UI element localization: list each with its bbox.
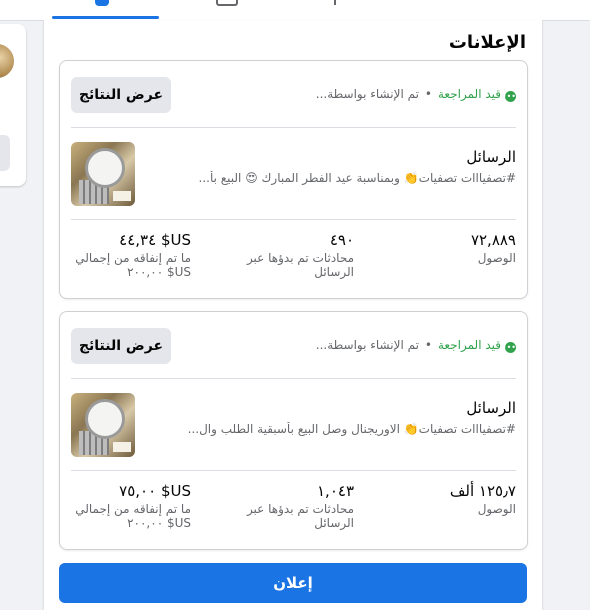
ad-item: •••قيد المراجعة • تم الإنشاء بواسطة... عرض… [59,60,528,299]
promote-button[interactable]: إعلان [59,563,527,603]
metric-spent: US$ ٧٥,٠٠ ما تم إنفاقه من إجمالي US$ ٢٠٠… [71,482,191,530]
spent-label: ما تم إنفاقه من إجمالي US$ ٢٠٠,٠٠ [75,502,191,530]
ad-description: #تصفيااات تصفيات👏 الاوريجنال وصل البيع ب… [187,422,516,436]
metric-spent: US$ ٤٤,٣٤ ما تم إنفاقه من إجمالي US$ ٢٠٠… [71,231,191,279]
view-results-button[interactable]: عرض النتائج [71,328,171,364]
ad-name: الرسائل [466,399,516,417]
ad-metrics: ١٢٥٫٧ ألف الوصول ١,٠٤٣ محادثات تم بدؤها … [71,470,516,548]
status-dots-icon: ••• [501,342,516,353]
ad-metrics: ٧٢,٨٨٩ الوصول ٤٩٠ محادثات تم بدؤها عبر ا… [71,219,516,297]
left-card-button[interactable] [0,135,10,171]
ad-header: •••قيد المراجعة • تم الإنشاء بواسطة... عرض… [71,312,516,379]
reach-label: الوصول [477,251,516,265]
ads-card: الإعلانات •••قيد المراجعة•تم الإنشاء بوا… [44,20,542,610]
view-results-button[interactable]: عرض النتائج [71,77,171,113]
top-tab-bar [0,0,590,21]
ad-body[interactable]: الرسائل #تصفيااات تصفيات👏 الاوريجنال وصل… [71,379,516,471]
conversations-value: ٤٩٠ [329,231,354,249]
spent-value: US$ ٧٥,٠٠ [119,482,191,500]
watch-thumbnail-image [71,393,135,457]
home-tab-icon[interactable] [95,0,109,6]
menu-tab-icon[interactable] [334,0,336,5]
ad-item: •••قيد المراجعة • تم الإنشاء بواسطة... عرض… [59,311,528,550]
status-badge: قيد المراجعة [438,87,501,101]
conversations-value: ١,٠٤٣ [317,482,354,500]
conversations-label: محادثات تم بدؤها عبر الرسائل [246,502,354,530]
reach-value: ١٢٥٫٧ ألف [449,482,516,500]
metric-reach: ١٢٥٫٧ ألف الوصول [406,482,516,516]
reach-value: ٧٢,٨٨٩ [470,231,516,249]
calendar-tab-icon[interactable] [216,0,238,6]
created-by-text: تم الإنشاء بواسطة... [315,338,419,352]
status-line: •••قيد المراجعة • تم الإنشاء بواسطة... [316,338,516,353]
metric-reach: ٧٢,٨٨٩ الوصول [406,231,516,265]
ad-body[interactable]: الرسائل #تصفيااات تصفيات👏 وبمناسبة عيد ا… [71,128,516,220]
ad-name: الرسائل [466,148,516,166]
ad-description: #تصفيااات تصفيات👏 وبمناسبة عيد الفطر الم… [198,171,516,185]
watch-thumbnail-image [71,142,135,206]
active-tab-indicator [52,16,159,19]
separator-dot: • [424,338,432,352]
status-dots-icon: ••• [501,91,516,102]
spent-label: ما تم إنفاقه من إجمالي US$ ٢٠٠,٠٠ [75,251,191,279]
section-title: الإعلانات [448,32,526,53]
conversations-label: محادثات تم بدؤها عبر الرسائل [246,251,354,279]
status-line: •••قيد المراجعة • تم الإنشاء بواسطة... [316,87,516,102]
status-badge: قيد المراجعة [438,338,501,352]
spent-value: US$ ٤٤,٣٤ [119,231,191,249]
reach-label: الوصول [477,502,516,516]
separator-dot: • [424,87,432,101]
created-by-text: تم الإنشاء بواسطة... [315,87,419,101]
metric-conversations: ٤٩٠ محادثات تم بدؤها عبر الرسائل [234,231,354,279]
metric-conversations: ١,٠٤٣ محادثات تم بدؤها عبر الرسائل [234,482,354,530]
ad-header: •••قيد المراجعة • تم الإنشاء بواسطة... عرض… [71,61,516,128]
